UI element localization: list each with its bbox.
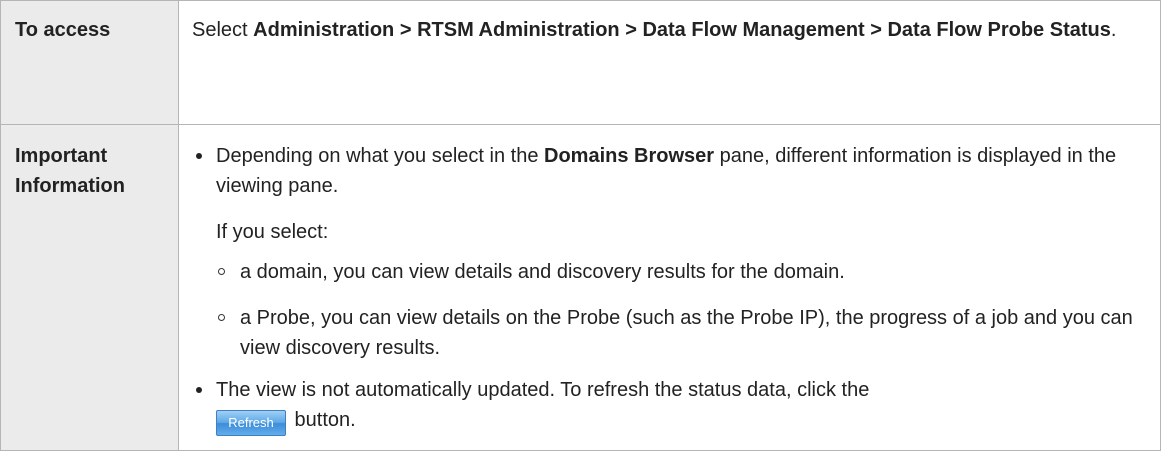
- list-item: a domain, you can view details and disco…: [216, 257, 1147, 287]
- access-label: To access: [15, 19, 111, 41]
- list-item: a Probe, you can view details on the Pro…: [216, 303, 1147, 363]
- bullet-list: Depending on what you select in the Doma…: [192, 141, 1147, 436]
- circle-bullet-icon: [218, 268, 225, 275]
- info-content: Depending on what you select in the Doma…: [178, 124, 1161, 451]
- list-item: The view is not automatically updated. T…: [192, 375, 1147, 436]
- access-row: To access Select Administration > RTSM A…: [0, 0, 1161, 125]
- refresh-button[interactable]: Refresh: [216, 410, 286, 436]
- bullet-dot-icon: [196, 153, 202, 159]
- access-label-cell: To access: [0, 0, 179, 125]
- sub-list: a domain, you can view details and disco…: [216, 257, 1147, 363]
- bullet2-text: The view is not automatically updated. T…: [216, 379, 870, 401]
- access-path: Administration > RTSM Administration > D…: [253, 19, 1111, 41]
- info-label: Important Information: [15, 145, 125, 197]
- domains-browser-term: Domains Browser: [544, 145, 715, 167]
- access-prefix: Select: [192, 19, 254, 41]
- important-info-row: Important Information Depending on what …: [0, 124, 1161, 451]
- info-table: To access Select Administration > RTSM A…: [0, 0, 1161, 451]
- bullet2-text-after: button.: [289, 409, 356, 431]
- info-label-cell: Important Information: [0, 124, 179, 451]
- circle-bullet-icon: [218, 314, 225, 321]
- bullet-dot-icon: [196, 387, 202, 393]
- list-item: Depending on what you select in the Doma…: [192, 141, 1147, 363]
- sub-item-text: a Probe, you can view details on the Pro…: [240, 307, 1133, 359]
- sub-item-text: a domain, you can view details and disco…: [240, 261, 845, 283]
- bullet1-text-before: Depending on what you select in the: [216, 145, 544, 167]
- access-suffix: .: [1110, 19, 1117, 41]
- access-content: Select Administration > RTSM Administrat…: [178, 0, 1161, 125]
- if-you-select-text: If you select:: [216, 221, 329, 243]
